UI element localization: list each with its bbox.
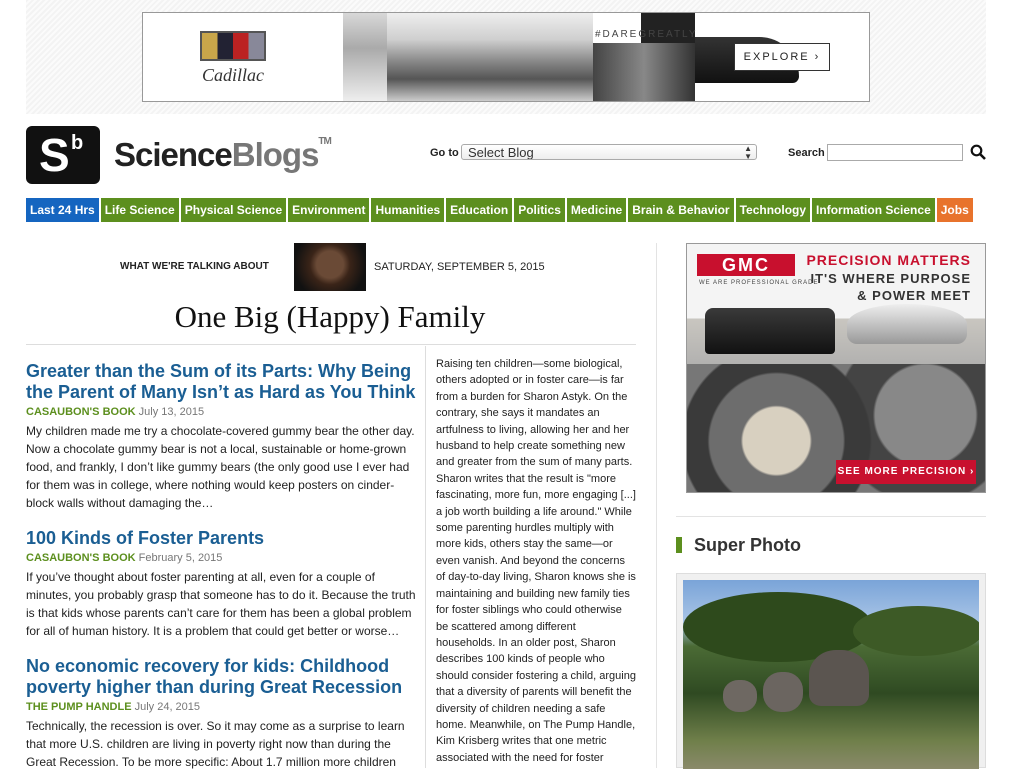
main-nav: Last 24 Hrs Life Science Physical Scienc… [26,198,986,222]
list-item: Greater than the Sum of its Parts: Why B… [26,361,422,512]
article-excerpt: If you’ve thought about foster parenting… [26,570,416,638]
brand-blogs: Blogs [231,136,320,173]
list-item: No economic recovery for kids: Childhood… [26,656,422,771]
elephant-shape [723,680,757,712]
blog-select-value: Select Blog [468,145,534,160]
logo-letter: S [39,129,70,181]
super-photo-heading: Super Photo [694,535,801,555]
divider [676,516,986,517]
see-more-precision-button[interactable]: SEE MORE PRECISION › [836,460,976,484]
scienceblogs-logo-icon[interactable]: S b [26,126,100,184]
article-title-link[interactable]: No economic recovery for kids: Childhood… [26,656,422,698]
ad-hashtag: #DAREGREATLY [595,29,698,40]
nav-education[interactable]: Education [446,198,513,222]
nav-politics[interactable]: Politics [514,198,565,222]
nav-medicine[interactable]: Medicine [566,198,627,222]
ad-car-image [387,13,799,101]
column-divider [425,346,426,768]
feature-body: Raising ten children—some biological, ot… [436,358,636,764]
article-date: July 24, 2015 [134,701,201,713]
truck-image [705,308,835,354]
list-item: 100 Kinds of Foster Parents CASAUBON'S B… [26,528,422,640]
boat-image [847,304,967,344]
article-date: February 5, 2015 [138,552,223,564]
super-photo-frame [676,573,986,769]
cadillac-ad[interactable]: Cadillac #DAREGREATLY EXPLORE › [142,12,870,102]
gmc-tagline-line1: IT'S WHERE PURPOSE [810,271,971,286]
article-meta: CASAUBON'S BOOK July 13, 2015 [26,406,422,418]
brand-tm: TM [318,136,331,147]
nav-life-science[interactable]: Life Science [100,198,179,222]
ad-image-strip [343,13,387,101]
feature-thumbnail[interactable] [294,243,366,291]
explore-button[interactable]: EXPLORE › [734,43,830,71]
gmc-subline: WE ARE PROFESSIONAL GRADE [699,280,819,286]
super-photo-image[interactable] [683,580,979,769]
search-input[interactable] [827,144,963,161]
nav-humanities[interactable]: Humanities [371,198,445,222]
gmc-headline: PRECISION MATTERS [806,252,971,268]
gmc-tagline: IT'S WHERE PURPOSE & POWER MEET [811,270,972,304]
brand-science: Science [114,136,233,173]
elephant-shape [763,672,803,712]
section-marker-icon [676,537,682,553]
nav-brain-behavior[interactable]: Brain & Behavior [628,198,734,222]
elephant-shape [809,650,869,706]
nav-physical-science[interactable]: Physical Science [180,198,287,222]
article-title-link[interactable]: 100 Kinds of Foster Parents [26,528,422,549]
nav-last-24-hrs[interactable]: Last 24 Hrs [26,198,99,222]
article-date: July 13, 2015 [138,406,205,418]
article-meta: THE PUMP HANDLE July 24, 2015 [26,701,422,713]
cadillac-crest-icon [200,31,266,61]
article-blog-link[interactable]: THE PUMP HANDLE [26,701,132,713]
gmc-ad[interactable]: GMC WE ARE PROFESSIONAL GRADE PRECISION … [686,243,986,493]
article-meta: CASAUBON'S BOOK February 5, 2015 [26,552,422,564]
select-arrows-icon: ▲ ▼ [744,144,752,160]
logo-superscript: b [71,132,84,154]
feature-date: SATURDAY, SEPTEMBER 5, 2015 [374,261,545,273]
article-excerpt: My children made me try a chocolate-cove… [26,424,415,510]
column-divider [656,243,657,768]
nav-information-science[interactable]: Information Science [812,198,935,222]
cadillac-wordmark: Cadillac [202,65,264,85]
article-blog-link[interactable]: CASAUBON'S BOOK [26,406,136,418]
article-excerpt: Technically, the recession is over. So i… [26,719,405,769]
tree-shape [853,606,979,656]
nav-technology[interactable]: Technology [735,198,811,222]
ad-fabric-image [593,43,695,101]
talking-about-label: WHAT WE'RE TALKING ABOUT [120,261,269,272]
nav-environment[interactable]: Environment [288,198,370,222]
gmc-logo: GMC [697,254,795,276]
blog-select[interactable]: Select Blog ▲ ▼ [461,144,757,160]
search-label: Search [788,147,825,159]
gmc-tagline-line2: & POWER MEET [857,288,971,303]
nav-jobs[interactable]: Jobs [936,198,973,222]
article-list: Greater than the Sum of its Parts: Why B… [26,343,422,771]
article-title-link[interactable]: Greater than the Sum of its Parts: Why B… [26,361,422,403]
search-icon[interactable] [970,144,986,160]
goto-label: Go to [430,147,459,159]
cadillac-logo: Cadillac [183,19,283,95]
site-brand[interactable]: ScienceBlogsTM [114,136,332,174]
feature-title: One Big (Happy) Family [174,299,486,334]
article-blog-link[interactable]: CASAUBON'S BOOK [26,552,136,564]
